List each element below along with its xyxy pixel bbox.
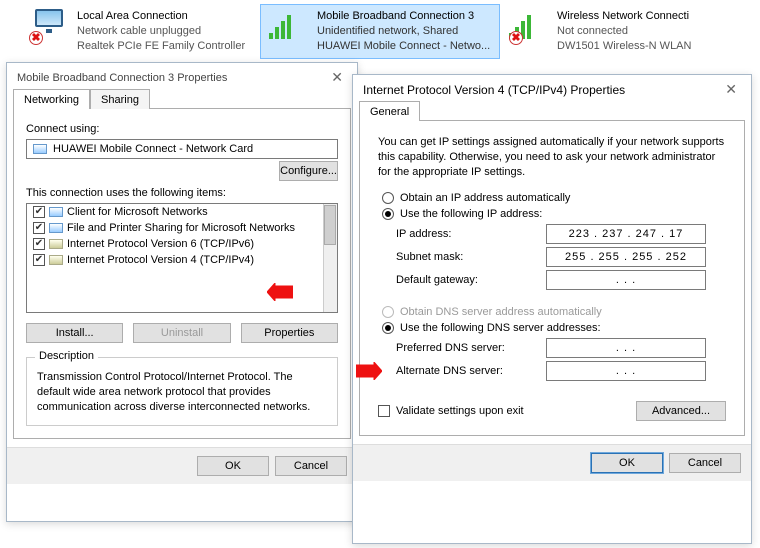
network-title: Wireless Network Connecti [557,9,691,24]
tab-sharing[interactable]: Sharing [90,89,150,109]
network-status: Network cable unplugged [77,24,245,39]
radio-dns-auto: Obtain DNS server address automatically [382,306,726,318]
protocol-icon [49,255,63,265]
description-group: Description Transmission Control Protoco… [26,357,338,426]
radio-dns-manual[interactable]: Use the following DNS server addresses: [382,322,726,334]
network-device: Realtek PCIe FE Family Controller [77,39,245,54]
service-icon [49,207,63,217]
adapter-name: HUAWEI Mobile Connect - Network Card [53,143,253,155]
cancel-button[interactable]: Cancel [275,456,347,476]
list-item[interactable]: ✔ Client for Microsoft Networks [27,204,337,220]
network-status: Unidentified network, Shared [317,24,490,39]
scrollbar[interactable] [323,204,337,312]
ok-button[interactable]: OK [197,456,269,476]
default-gateway-label: Default gateway: [396,274,546,286]
checkbox-icon[interactable]: ✔ [33,222,45,234]
tab-general[interactable]: General [359,101,420,121]
info-text: You can get IP settings assigned automat… [378,135,726,180]
ok-button[interactable]: OK [591,453,663,473]
items-label: This connection uses the following items… [26,187,338,199]
window-title: Internet Protocol Version 4 (TCP/IPv4) P… [363,83,625,97]
checkbox-icon[interactable]: ✔ [33,254,45,266]
connect-using-label: Connect using: [26,123,338,135]
close-icon[interactable]: ✕ [325,69,349,86]
radio-label: Obtain DNS server address automatically [400,306,602,318]
network-connections-panel: ✖ Local Area Connection Network cable un… [0,0,760,59]
subnet-mask-field[interactable]: 255 . 255 . 255 . 252 [546,247,706,267]
ip-address-label: IP address: [396,228,546,240]
radio-label: Use the following IP address: [400,208,542,220]
validate-checkbox[interactable]: Validate settings upon exit [378,405,524,417]
network-device: DW1501 Wireless-N WLAN [557,39,691,54]
close-icon[interactable]: ✕ [719,81,743,98]
ipv4-properties-window: Internet Protocol Version 4 (TCP/IPv4) P… [352,74,752,544]
checkbox-icon [378,405,390,417]
list-item-label: Internet Protocol Version 4 (TCP/IPv4) [67,254,254,266]
preferred-dns-label: Preferred DNS server: [396,342,546,354]
signal-icon [269,9,309,45]
tabs: General [353,100,751,120]
radio-ip-manual[interactable]: Use the following IP address: [382,208,726,220]
radio-label: Obtain an IP address automatically [400,192,570,204]
radio-label: Use the following DNS server addresses: [400,322,601,334]
radio-icon [382,208,394,220]
properties-button[interactable]: Properties [241,323,338,343]
checkbox-icon[interactable]: ✔ [33,206,45,218]
radio-icon [382,306,394,318]
cancel-button[interactable]: Cancel [669,453,741,473]
list-item-label: File and Printer Sharing for Microsoft N… [67,222,295,234]
window-title: Mobile Broadband Connection 3 Properties [17,72,227,84]
nic-icon [33,144,47,154]
configure-button[interactable]: Configure... [279,161,338,181]
radio-icon [382,192,394,204]
alternate-dns-field[interactable]: . . . [546,361,706,381]
network-item-wifi[interactable]: ✖ Wireless Network Connecti Not connecte… [500,4,740,59]
network-item-mobile[interactable]: Mobile Broadband Connection 3 Unidentifi… [260,4,500,59]
default-gateway-field[interactable]: . . . [546,270,706,290]
wifi-icon: ✖ [509,9,549,45]
radio-icon [382,322,394,334]
protocol-icon [49,239,63,249]
list-item[interactable]: ✔ File and Printer Sharing for Microsoft… [27,220,337,236]
subnet-mask-label: Subnet mask: [396,251,546,263]
description-legend: Description [35,350,98,362]
radio-ip-auto[interactable]: Obtain an IP address automatically [382,192,726,204]
checkbox-icon[interactable]: ✔ [33,238,45,250]
adapter-combo[interactable]: HUAWEI Mobile Connect - Network Card [26,139,338,159]
annotation-arrow-icon [267,283,293,301]
network-device: HUAWEI Mobile Connect - Netwo... [317,39,490,54]
alternate-dns-label: Alternate DNS server: [396,365,546,377]
uninstall-button: Uninstall [133,323,230,343]
list-item[interactable]: ✔ Internet Protocol Version 6 (TCP/IPv6) [27,236,337,252]
network-item-lan[interactable]: ✖ Local Area Connection Network cable un… [20,4,260,59]
install-button[interactable]: Install... [26,323,123,343]
service-icon [49,223,63,233]
advanced-button[interactable]: Advanced... [636,401,726,421]
network-title: Local Area Connection [77,9,245,24]
tabs: Networking Sharing [7,88,357,108]
list-item-label: Client for Microsoft Networks [67,206,208,218]
annotation-arrow-icon [356,362,382,380]
lan-icon: ✖ [29,9,69,45]
validate-label: Validate settings upon exit [396,405,524,417]
tab-networking[interactable]: Networking [13,89,90,109]
description-text: Transmission Control Protocol/Internet P… [37,370,327,415]
preferred-dns-field[interactable]: . . . [546,338,706,358]
ip-address-field[interactable]: 223 . 237 . 247 . 17 [546,224,706,244]
network-status: Not connected [557,24,691,39]
list-item-label: Internet Protocol Version 6 (TCP/IPv6) [67,238,254,250]
connection-properties-window: Mobile Broadband Connection 3 Properties… [6,62,358,522]
list-item[interactable]: ✔ Internet Protocol Version 4 (TCP/IPv4) [27,252,337,268]
network-title: Mobile Broadband Connection 3 [317,9,490,24]
